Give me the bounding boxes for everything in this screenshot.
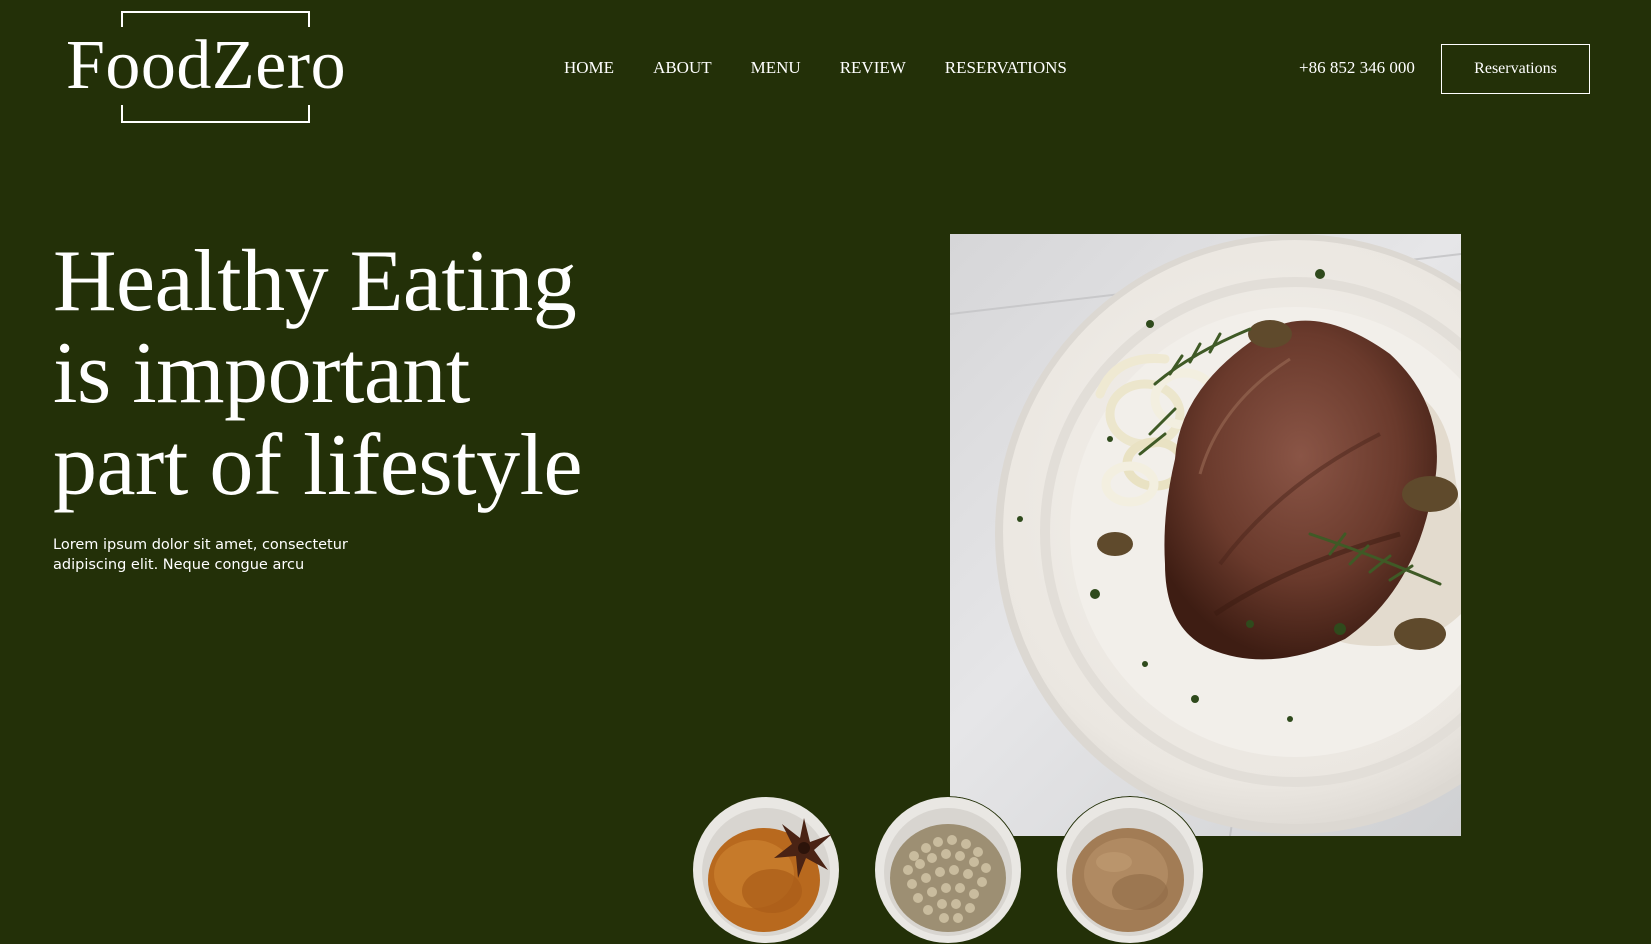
- nav-review[interactable]: REVIEW: [840, 57, 906, 79]
- spice-bowl-cinnamon[interactable]: [692, 796, 840, 944]
- hero-title-line-1: Healthy Eating: [53, 233, 577, 330]
- spice-bowl-ground[interactable]: [1056, 796, 1204, 944]
- logo[interactable]: FoodZero: [64, 11, 384, 126]
- steak-plate-illustration: [950, 234, 1461, 836]
- peppercorn-bowl-illustration: [874, 796, 1022, 944]
- hero-title-line-2: is important: [53, 325, 470, 422]
- nav-menu[interactable]: MENU: [751, 57, 801, 79]
- spice-bowl-peppercorn[interactable]: [874, 796, 1022, 944]
- hero-title-line-3: part of lifestyle: [53, 417, 583, 514]
- hero-steak-image: [950, 234, 1461, 836]
- phone-number[interactable]: +86 852 346 000: [1299, 57, 1415, 79]
- nav-about[interactable]: ABOUT: [653, 57, 712, 79]
- nav-reservations[interactable]: RESERVATIONS: [945, 57, 1067, 79]
- nav-home[interactable]: HOME: [564, 57, 614, 79]
- main-nav: HOME ABOUT MENU REVIEW RESERVATIONS: [564, 57, 1067, 79]
- logo-text: FoodZero: [64, 27, 349, 105]
- hero-description: Lorem ipsum dolor sit amet, consectetur …: [53, 537, 348, 573]
- hero-title: Healthy Eating is important part of life…: [53, 236, 753, 512]
- reservations-button[interactable]: Reservations: [1441, 44, 1590, 94]
- cinnamon-bowl-illustration: [692, 796, 840, 944]
- ground-spice-bowl-illustration: [1056, 796, 1204, 944]
